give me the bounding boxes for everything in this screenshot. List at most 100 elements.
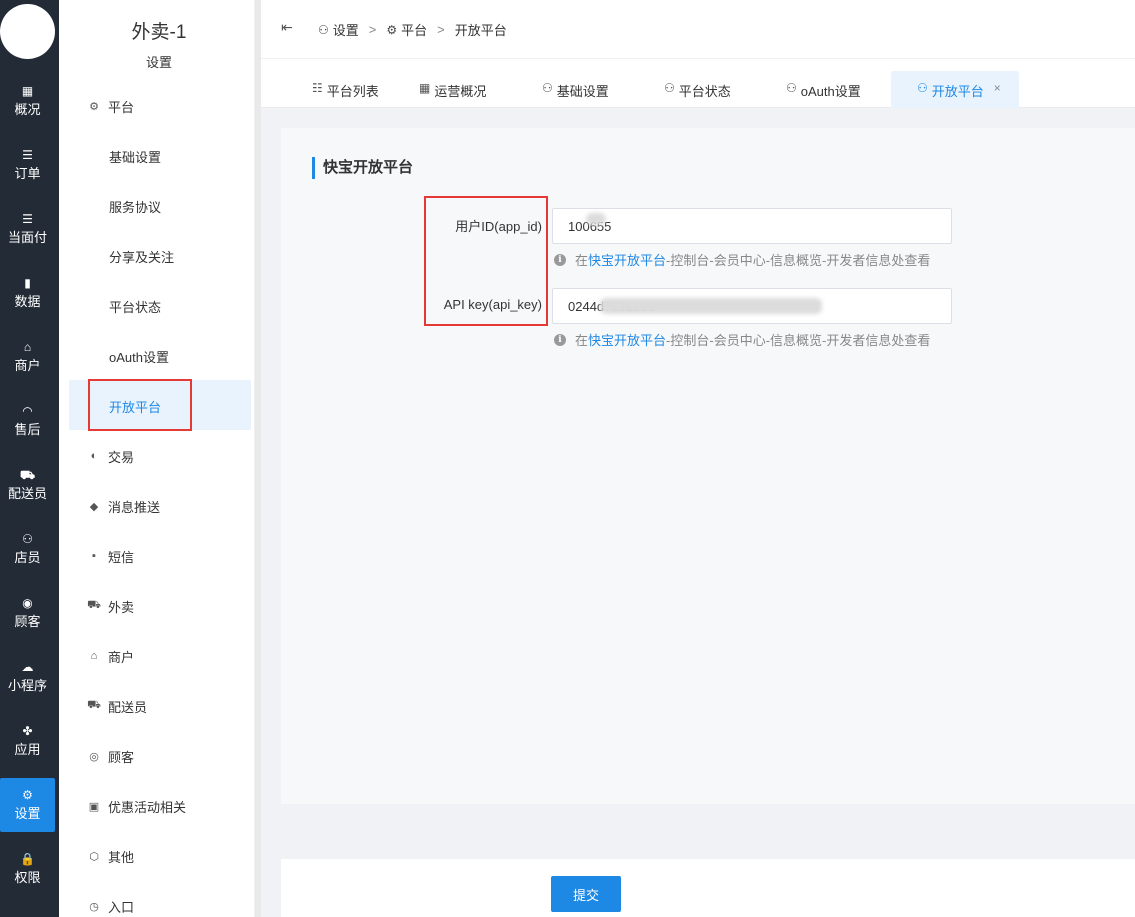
user-settings-icon: ⚇ — [664, 81, 675, 95]
group-icon: ▣ — [88, 800, 100, 813]
subnav-group-label: 平台 — [108, 99, 135, 115]
group-icon: ▪ — [92, 550, 96, 562]
apps-icon: ✤ — [22, 724, 33, 738]
kuaibao-open-platform-link[interactable]: 快宝开放平台 — [588, 250, 666, 269]
subnav-group-1[interactable]: ◆消息推送⌄ — [87, 494, 263, 518]
close-icon[interactable]: × — [994, 81, 1001, 95]
hint-suffix: -控制台-会员中心-信息概览-开发者信息处查看 — [666, 333, 931, 348]
subnav-group-label: 配送员 — [108, 699, 148, 715]
top-bar: ⇤ ⚇ 设置 > ⚙ 平台 > 开放平台 — [261, 0, 1135, 59]
subnav-group-8[interactable]: ⬡其他⌄ — [87, 844, 263, 868]
tab-basic-settings[interactable]: ⚇ 基础设置 — [542, 74, 609, 108]
rail-item-3[interactable]: ▮ 数据 — [0, 266, 55, 320]
subnav-group-label: 短信 — [108, 549, 135, 565]
lock-icon: 🔒 — [20, 852, 35, 866]
wechat-icon: ☁ — [21, 660, 34, 674]
subnav-group-3[interactable]: ⛟外卖⌄ — [87, 594, 263, 618]
dashboard-icon: ▦ — [21, 84, 34, 98]
user-settings-icon: ⚇ — [542, 81, 553, 95]
subnav-group-label: 消息推送 — [108, 499, 161, 515]
store-title: 外卖-1 — [131, 22, 187, 43]
pay-list-icon: ☰ — [22, 212, 33, 226]
rail-item-7[interactable]: ⚇ 店员 — [0, 522, 55, 576]
collapse-menu-icon[interactable]: ⇤ — [281, 19, 293, 36]
subnav-group-platform[interactable]: ⚙ 平台 ⌃ — [87, 94, 263, 118]
breadcrumb-item-settings[interactable]: 设置 — [333, 20, 359, 39]
subnav-group-5[interactable]: ⛟配送员⌄ — [87, 694, 263, 718]
bar-chart-icon: ▮ — [24, 276, 31, 290]
rail-item-12[interactable]: 🔒 权限 — [0, 842, 55, 896]
rail-item-5[interactable]: ◠ 售后 — [0, 394, 55, 448]
subnav-item-4[interactable]: oAuth设置 — [109, 346, 169, 366]
rail-item-1[interactable]: ☰ 订单 — [0, 138, 55, 192]
kuaibao-open-platform-link[interactable]: 快宝开放平台 — [588, 330, 666, 349]
subnav-group-label: 交易 — [108, 449, 135, 465]
panel-title: 快宝开放平台 — [312, 157, 413, 179]
customer-icon: ◉ — [22, 596, 33, 610]
hint-prefix: 在 — [575, 333, 589, 348]
tab-label: 开放平台 — [931, 84, 984, 99]
tab-label: 运营概况 — [434, 84, 487, 99]
group-icon: ⬡ — [89, 850, 99, 863]
redaction-blur — [600, 298, 822, 314]
subnav-group-6[interactable]: ◎顾客⌄ — [87, 744, 263, 768]
avatar[interactable] — [0, 4, 55, 59]
rail-item-0[interactable]: ▦ 概况 — [0, 74, 55, 128]
subnav-item-3[interactable]: 平台状态 — [109, 296, 161, 316]
redaction-blur — [586, 213, 606, 225]
subnav-group-label: 其他 — [108, 849, 135, 865]
api-key-hint: i 在 快宝开放平台 -控制台-会员中心-信息概览-开发者信息处查看 — [554, 330, 930, 349]
tab-label: 平台状态 — [678, 84, 731, 99]
tab-platform-status[interactable]: ⚇ 平台状态 — [664, 74, 731, 108]
subnav-group-7[interactable]: ▣优惠活动相关⌄ — [87, 794, 263, 818]
group-icon: ◷ — [89, 900, 99, 913]
rail-item-label: 订单 — [14, 166, 41, 181]
gear-icon: ⚙ — [89, 100, 99, 113]
subnav-group-9[interactable]: ◷入口⌄ — [87, 894, 263, 917]
tab-platform-list[interactable]: ☷ 平台列表 — [312, 74, 379, 108]
staff-icon: ⚇ — [22, 532, 33, 546]
subnav-item-1[interactable]: 服务协议 — [109, 196, 161, 216]
rail-item-label: 小程序 — [7, 678, 47, 693]
tab-open-platform[interactable]: ⚇ 开放平台 × — [891, 71, 1019, 108]
rail-item-label: 设置 — [14, 806, 41, 821]
group-icon: ⌂ — [90, 650, 98, 662]
tab-oauth-settings[interactable]: ⚇ oAuth设置 — [786, 74, 861, 108]
rail-item-4[interactable]: ⌂ 商户 — [0, 330, 55, 384]
breadcrumb-item-platform[interactable]: 平台 — [401, 20, 427, 39]
subnav-group-label: 顾客 — [108, 749, 135, 765]
group-icon: ◆ — [89, 500, 99, 513]
tabs-bar: ☷ 平台列表 ▦ 运营概况 ⚇ 基础设置 ⚇ 平台状态 ⚇ oAuth设置 ⚇ … — [261, 60, 1135, 108]
user-settings-icon: ⚇ — [786, 81, 797, 95]
rail-item-2[interactable]: ☰ 当面付 — [0, 202, 55, 256]
subnav-item-2[interactable]: 分享及关注 — [109, 246, 174, 266]
rail-item-label: 权限 — [14, 870, 41, 885]
subnav-group-0[interactable]: ◐交易⌄ — [87, 444, 263, 468]
tab-operations-overview[interactable]: ▦ 运营概况 — [419, 74, 486, 108]
subnav-item-5[interactable]: 开放平台 — [109, 396, 161, 416]
hint-prefix: 在 — [575, 253, 589, 268]
main-rail: ▦ 概况 ☰ 订单 ☰ 当面付 ▮ 数据 ⌂ 商户 ◠ 售后 ⛟ 配送员 ⚇ 店员 ◉ 顾客 ☁ 小程序 ✤ 应用 ⚙ 设置 🔒… — [0, 0, 59, 917]
rail-item-label: 售后 — [14, 422, 41, 437]
rail-item-label: 概况 — [14, 102, 41, 117]
rail-item-8[interactable]: ◉ 顾客 — [0, 586, 55, 640]
hint-suffix: -控制台-会员中心-信息概览-开发者信息处查看 — [666, 253, 931, 268]
subnav-group-label: 商户 — [108, 649, 135, 665]
subnav-group-4[interactable]: ⌂商户⌄ — [87, 644, 263, 668]
app-id-label: 用户ID(app_id) — [455, 219, 542, 234]
group-icon: ◎ — [89, 750, 99, 763]
subnav-item-0[interactable]: 基础设置 — [109, 146, 161, 166]
subnav-group-2[interactable]: ▪短信⌄ — [87, 544, 263, 568]
rail-item-9[interactable]: ☁ 小程序 — [0, 650, 55, 704]
tab-label: 平台列表 — [326, 84, 379, 99]
rail-item-6[interactable]: ⛟ 配送员 — [0, 458, 55, 512]
submit-button[interactable]: 提交 — [551, 876, 621, 912]
scooter-icon: ⛟ — [19, 468, 36, 482]
rail-item-10[interactable]: ✤ 应用 — [0, 714, 55, 768]
rail-item-11[interactable]: ⚙ 设置 — [0, 778, 55, 832]
headset-icon: ◠ — [22, 404, 33, 418]
subnav-group-label: 入口 — [108, 899, 135, 915]
app-id-input[interactable] — [552, 208, 952, 244]
rail-item-label: 商户 — [14, 358, 41, 373]
user-settings-icon: ⚇ — [318, 22, 329, 37]
